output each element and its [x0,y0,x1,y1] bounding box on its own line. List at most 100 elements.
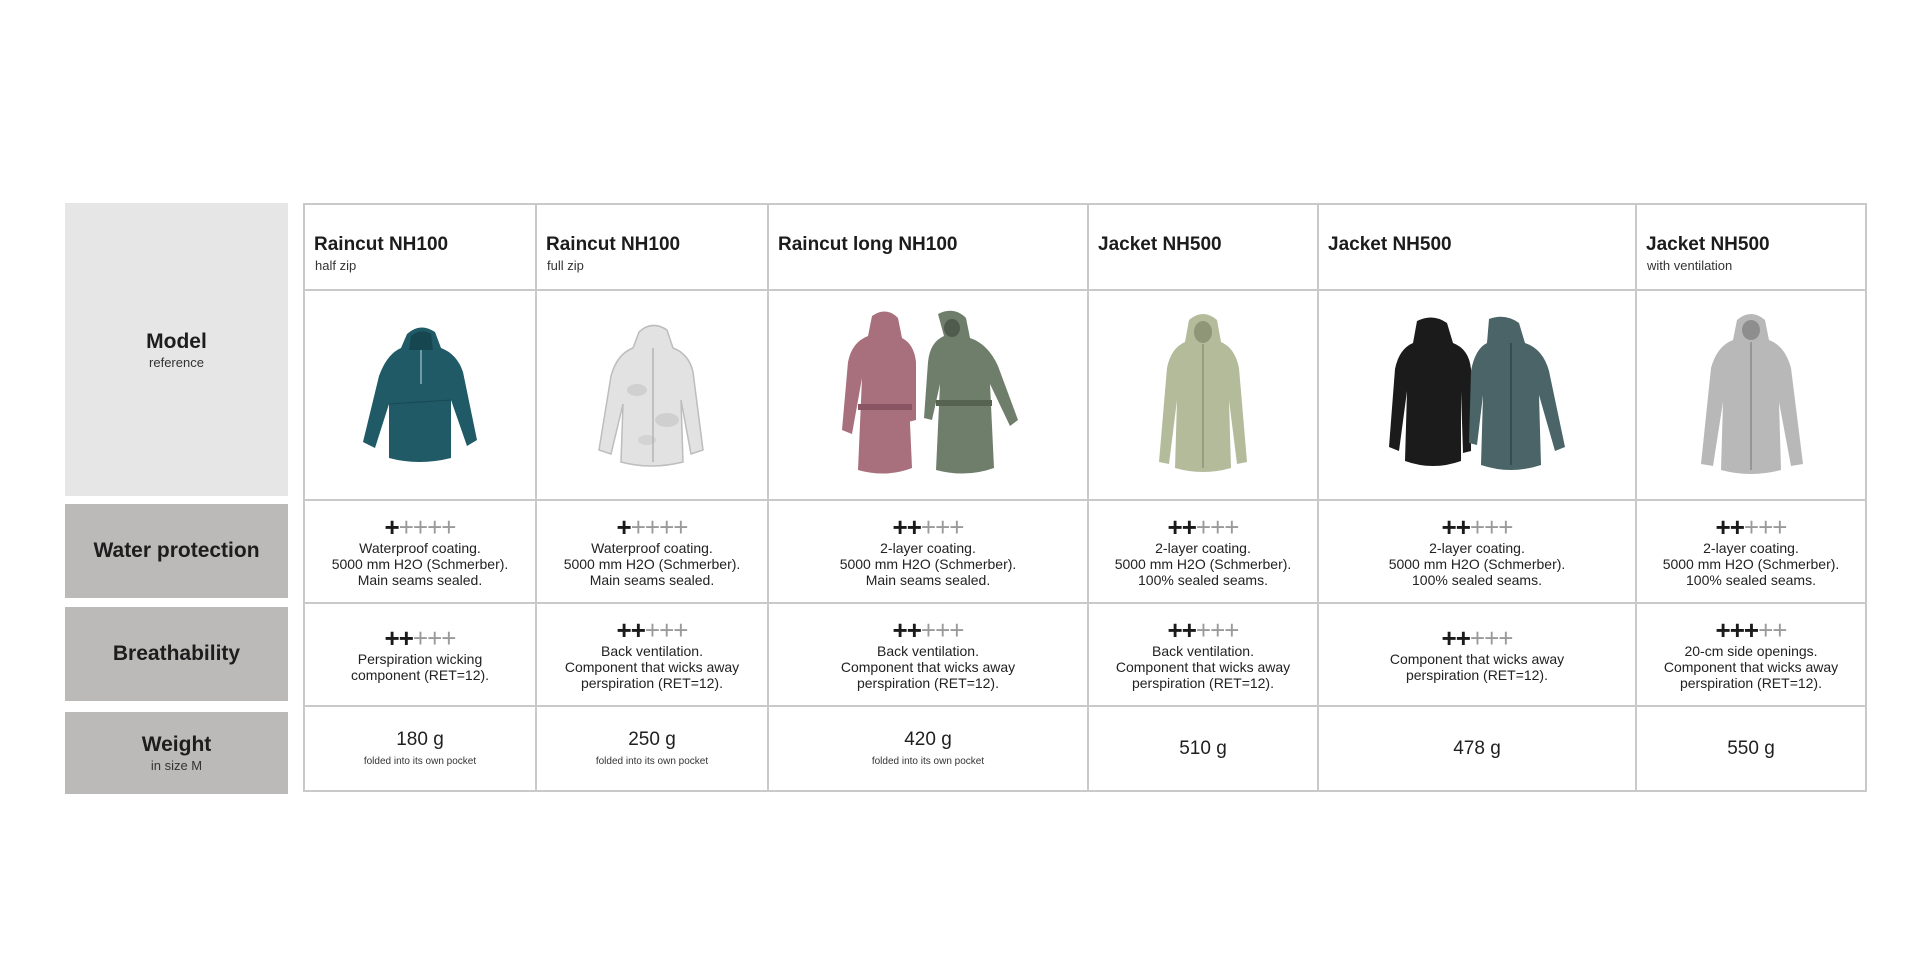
plus-filled-icon: + [1715,614,1731,645]
plus-empty-icon: + [441,511,456,542]
label-model-subtitle: reference [149,354,204,370]
product-subtitle: half zip [315,258,357,273]
plus-empty-icon: + [659,511,674,542]
breathability-rating: +++++ [305,625,535,651]
breathability-rating: +++++ [1089,617,1317,643]
product-header: Raincut NH100 full zip [535,203,769,291]
plus-empty-icon: + [427,511,442,542]
breathability-cell: +++++ 20-cm side openings. Component that… [1635,602,1867,707]
weight-value: 180 g [396,728,444,750]
plus-filled-icon: + [384,511,400,542]
plus-filled-icon: + [1715,511,1731,542]
product-title: Jacket NH500 [1328,234,1452,255]
water-description: 2-layer coating. 5000 mm H2O (Schmerber)… [1662,539,1840,588]
water-cell: +++++ 2-layer coating. 5000 mm H2O (Schme… [767,499,1089,604]
label-breathability-title: Breathability [112,642,241,665]
label-breathability: Breathability [65,607,288,701]
product-header: Jacket NH500 with ventilation [1635,203,1867,291]
breathability-rating: +++++ [537,617,767,643]
plus-empty-icon: + [673,614,688,645]
weight-value: 550 g [1727,737,1775,759]
breathability-rating: +++++ [769,617,1087,643]
plus-filled-icon: + [1729,614,1745,645]
plus-empty-icon: + [1743,511,1759,542]
weight-value: 250 g [628,728,676,750]
label-model-title: Model [146,329,207,353]
plus-empty-icon: + [920,511,936,542]
breathability-row: +++++ Perspiration wicking component (RET… [303,602,1867,707]
water-rating: +++++ [305,514,535,540]
plus-empty-icon: + [441,622,456,653]
breathability-cell: +++++ Component that wicks away perspirat… [1317,602,1637,707]
product-image-cell [1635,289,1867,501]
plus-empty-icon: + [1469,622,1485,653]
plus-empty-icon: + [659,614,674,645]
plus-empty-icon: + [427,622,442,653]
comparison-table: Raincut NH100 half zip Raincut NH100 full … [303,203,1867,792]
plus-empty-icon: + [1484,511,1499,542]
weight-note: folded into its own pocket [871,755,985,767]
plus-filled-icon: + [1441,622,1457,653]
product-image-cell [1087,289,1319,501]
long-raincoats-pink-green-icon [769,291,1087,499]
breathability-cell: +++++ Perspiration wicking component (RET… [303,602,537,707]
label-weight-subtitle: in size M [150,758,203,773]
water-rating: +++++ [537,514,767,540]
plus-empty-icon: + [644,614,660,645]
water-protection-row: +++++ Waterproof coating. 5000 mm H2O (Sc… [303,499,1867,604]
plus-empty-icon: + [949,614,964,645]
weight-cell: 550 g [1635,705,1867,792]
weight-cell: 478 g [1317,705,1637,792]
plus-empty-icon: + [644,511,660,542]
plus-empty-icon: + [1210,511,1225,542]
plus-empty-icon: + [1195,511,1211,542]
plus-filled-icon: + [1455,511,1471,542]
plus-filled-icon: + [1181,614,1197,645]
plus-filled-icon: + [1743,614,1759,645]
plus-filled-icon: + [906,614,922,645]
water-rating: +++++ [1089,514,1317,540]
white-camo-jacket-icon [537,291,767,499]
label-water-title: Water protection [93,539,260,562]
product-title: Jacket NH500 [1646,234,1770,255]
plus-filled-icon: + [1455,622,1471,653]
weight-note: folded into its own pocket [363,755,477,767]
breathability-cell: +++++ Back ventilation. Component that wi… [1087,602,1319,707]
plus-empty-icon: + [630,511,646,542]
plus-filled-icon: + [616,614,632,645]
product-header: Jacket NH500 [1317,203,1637,291]
plus-empty-icon: + [1498,622,1513,653]
black-and-teal-jackets-icon [1319,291,1635,499]
product-header: Raincut NH100 half zip [303,203,537,291]
product-title: Raincut NH100 [546,234,681,255]
water-cell: +++++ 2-layer coating. 5000 mm H2O (Schme… [1087,499,1319,604]
label-model: Model reference [65,203,288,496]
plus-empty-icon: + [412,511,428,542]
water-description: Waterproof coating. 5000 mm H2O (Schmerb… [563,539,741,588]
grey-ventilated-jacket-icon [1637,291,1865,499]
water-description: 2-layer coating. 5000 mm H2O (Schmerber)… [1388,539,1566,588]
water-rating: +++++ [769,514,1087,540]
product-header: Raincut long NH100 [767,203,1089,291]
plus-filled-icon: + [616,511,632,542]
breathability-description: Component that wicks away perspiration (… [1389,650,1565,683]
weight-value: 420 g [904,728,952,750]
product-image-cell [1317,289,1637,501]
water-description: Waterproof coating. 5000 mm H2O (Schmerb… [331,539,509,588]
plus-empty-icon: + [412,622,428,653]
sage-jacket-icon [1089,291,1317,499]
water-cell: +++++ 2-layer coating. 5000 mm H2O (Schme… [1317,499,1637,604]
label-weight-title: Weight [141,733,212,756]
plus-empty-icon: + [1224,614,1239,645]
product-image-cell [767,289,1089,501]
plus-filled-icon: + [892,511,908,542]
weight-cell: 510 g [1087,705,1319,792]
plus-filled-icon: + [1441,511,1457,542]
product-title: Raincut NH100 [314,234,449,255]
breathability-description: Perspiration wicking component (RET=12). [350,650,490,683]
label-water-protection: Water protection [65,504,288,598]
plus-filled-icon: + [384,622,400,653]
plus-empty-icon: + [1484,622,1499,653]
plus-empty-icon: + [935,511,950,542]
breathability-description: Back ventilation. Component that wicks a… [840,642,1016,691]
